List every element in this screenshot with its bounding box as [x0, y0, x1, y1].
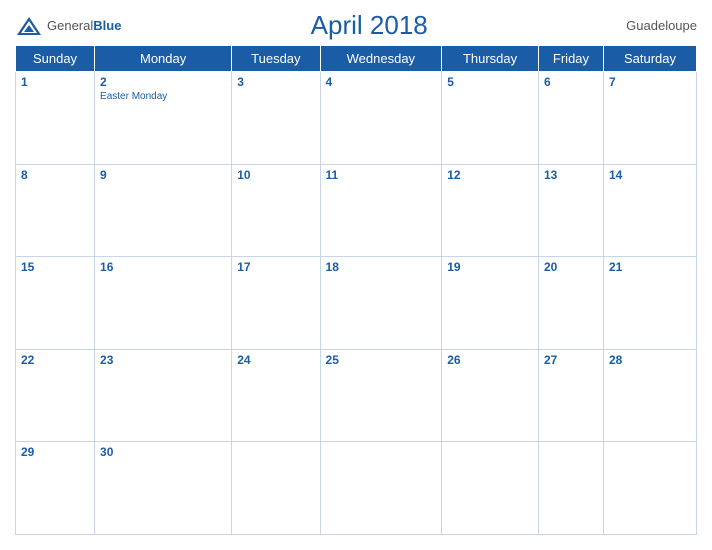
col-tuesday: Tuesday — [232, 46, 320, 72]
calendar-cell: 24 — [232, 349, 320, 442]
day-number: 18 — [326, 260, 437, 274]
calendar-cell: 26 — [442, 349, 539, 442]
calendar-cell: 22 — [16, 349, 95, 442]
calendar-cell: 18 — [320, 257, 442, 350]
calendar-cell: 3 — [232, 72, 320, 165]
logo-text: GeneralBlue — [47, 17, 121, 35]
calendar-cell: 13 — [538, 164, 603, 257]
calendar-week-row: 89 10 11 12 13 14 — [16, 164, 697, 257]
day-number: 6 — [544, 75, 598, 89]
calendar-cell: 6 — [538, 72, 603, 165]
day-number: 30 — [100, 445, 226, 459]
day-number: 23 — [100, 353, 226, 367]
day-number: 22 — [21, 353, 89, 367]
calendar-cell: 7 — [604, 72, 697, 165]
calendar-cell: 14 — [604, 164, 697, 257]
day-number: 5 — [447, 75, 533, 89]
calendar-cell: 9 — [95, 164, 232, 257]
day-number: 10 — [237, 168, 314, 182]
col-monday: Monday — [95, 46, 232, 72]
calendar-cell: 2 Easter Monday — [95, 72, 232, 165]
calendar-cell: 16 — [95, 257, 232, 350]
day-number: 29 — [21, 445, 89, 459]
col-saturday: Saturday — [604, 46, 697, 72]
calendar-week-row: 29 30 — [16, 442, 697, 535]
day-number: 8 — [21, 168, 89, 182]
day-number: 2 — [100, 75, 226, 89]
calendar-cell — [604, 442, 697, 535]
calendar-cell — [232, 442, 320, 535]
calendar-week-row: 15 16 17 18 19 20 21 — [16, 257, 697, 350]
calendar-cell: 5 — [442, 72, 539, 165]
day-number: 13 — [544, 168, 598, 182]
calendar-week-row: 22 23 24 25 26 27 28 — [16, 349, 697, 442]
calendar-cell: 11 — [320, 164, 442, 257]
calendar-cell: 20 — [538, 257, 603, 350]
calendar-cell: 21 — [604, 257, 697, 350]
day-number: 9 — [100, 168, 226, 182]
calendar-cell: 1 — [16, 72, 95, 165]
calendar-cell: 19 — [442, 257, 539, 350]
calendar-cell: 4 — [320, 72, 442, 165]
calendar-cell: 15 — [16, 257, 95, 350]
day-number: 27 — [544, 353, 598, 367]
calendar-cell: 23 — [95, 349, 232, 442]
calendar-cell: 10 — [232, 164, 320, 257]
logo-icon — [15, 15, 43, 37]
calendar-cell: 27 — [538, 349, 603, 442]
day-number: 3 — [237, 75, 314, 89]
day-number: 7 — [609, 75, 691, 89]
calendar-cell — [442, 442, 539, 535]
weekday-header-row: Sunday Monday Tuesday Wednesday Thursday… — [16, 46, 697, 72]
day-number: 12 — [447, 168, 533, 182]
top-bar: GeneralBlue April 2018 Guadeloupe — [15, 10, 697, 41]
day-number: 21 — [609, 260, 691, 274]
day-number: 26 — [447, 353, 533, 367]
col-sunday: Sunday — [16, 46, 95, 72]
calendar-cell: 25 — [320, 349, 442, 442]
col-friday: Friday — [538, 46, 603, 72]
day-number: 28 — [609, 353, 691, 367]
calendar-cell: 8 — [16, 164, 95, 257]
day-number: 16 — [100, 260, 226, 274]
holiday-label: Easter Monday — [100, 91, 226, 102]
calendar-table: Sunday Monday Tuesday Wednesday Thursday… — [15, 45, 697, 535]
day-number: 24 — [237, 353, 314, 367]
calendar-cell: 28 — [604, 349, 697, 442]
day-number: 14 — [609, 168, 691, 182]
calendar-cell — [538, 442, 603, 535]
calendar-cell: 30 — [95, 442, 232, 535]
day-number: 4 — [326, 75, 437, 89]
day-number: 25 — [326, 353, 437, 367]
calendar-cell: 17 — [232, 257, 320, 350]
day-number: 1 — [21, 75, 89, 89]
day-number: 19 — [447, 260, 533, 274]
col-thursday: Thursday — [442, 46, 539, 72]
calendar-week-row: 12 Easter Monday 34567 — [16, 72, 697, 165]
day-number: 17 — [237, 260, 314, 274]
calendar-body: 12Easter Monday3456789101112131415161718… — [16, 72, 697, 535]
day-number: 11 — [326, 168, 437, 182]
calendar-cell — [320, 442, 442, 535]
day-number: 15 — [21, 260, 89, 274]
region-label: Guadeloupe — [617, 18, 697, 33]
logo: GeneralBlue — [15, 15, 121, 37]
calendar-cell: 12 — [442, 164, 539, 257]
calendar-cell: 29 — [16, 442, 95, 535]
col-wednesday: Wednesday — [320, 46, 442, 72]
month-title: April 2018 — [121, 10, 617, 41]
day-number: 20 — [544, 260, 598, 274]
